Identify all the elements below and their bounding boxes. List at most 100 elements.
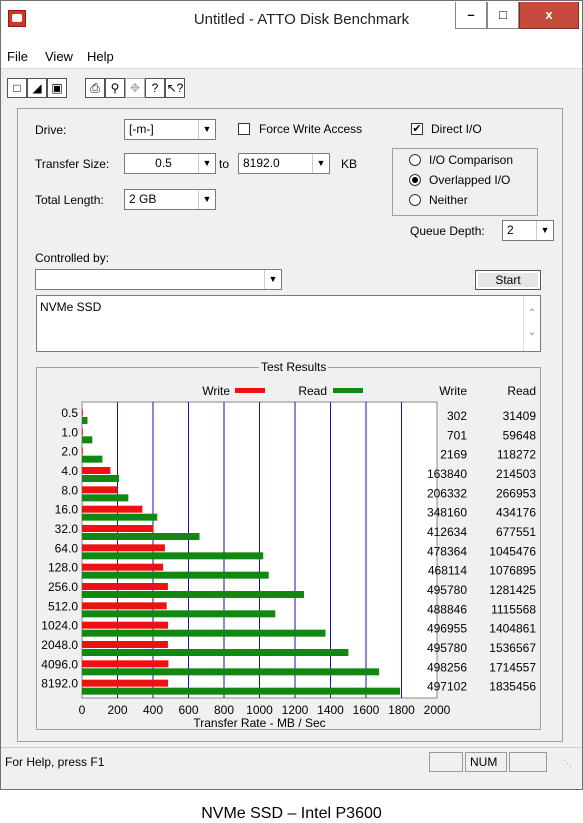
queue-depth-select[interactable]: 2 ▼ [502, 220, 554, 241]
context-help-icon[interactable]: ↖? [165, 78, 185, 98]
x-tick-label: 1200 [282, 703, 309, 717]
x-tick-label: 800 [214, 703, 234, 717]
y-tick-label: 8192.0 [41, 677, 78, 691]
chevron-down-icon[interactable]: ▼ [198, 190, 215, 209]
menu-bar: File View Help [1, 38, 582, 69]
force-write-label: Force Write Access [259, 122, 363, 136]
legend-read-swatch [333, 388, 363, 393]
figure-caption: NVMe SSD – Intel P3600 [201, 805, 382, 822]
menu-view[interactable]: View [45, 49, 73, 64]
drive-select[interactable]: [-m-] ▼ [124, 119, 216, 140]
transfer-from-select[interactable]: 0.5 ▼ [124, 153, 216, 174]
read-bar [82, 455, 103, 463]
read-value: 1404861 [489, 622, 536, 636]
y-tick-label: 512.0 [48, 599, 78, 613]
write-bar [82, 544, 165, 552]
y-tick-label: 8.0 [61, 483, 78, 497]
start-button[interactable]: Start [475, 270, 541, 290]
read-bar [82, 649, 349, 656]
y-tick-label: 256.0 [48, 580, 78, 594]
read-bar [82, 591, 305, 598]
menu-file[interactable]: File [7, 49, 28, 64]
new-icon[interactable]: □ [7, 78, 27, 98]
save-icon[interactable]: ▣ [47, 78, 67, 98]
direct-io-checkbox[interactable]: ✔ [411, 123, 423, 135]
minimize-button[interactable]: – [455, 2, 487, 29]
write-value: 468114 [428, 564, 467, 578]
legend-read-label: Read [298, 384, 327, 398]
chevron-down-icon[interactable]: ▼ [198, 154, 215, 173]
write-value: 2169 [440, 448, 467, 462]
write-bar [82, 602, 167, 610]
legend-write-swatch [235, 388, 265, 393]
y-tick-label: 0.5 [61, 406, 78, 420]
overlapped-io-radio[interactable] [409, 174, 421, 186]
chevron-down-icon[interactable]: ▼ [264, 270, 281, 289]
close-button[interactable]: x [519, 2, 579, 29]
x-tick-label: 200 [107, 703, 127, 717]
read-bar [82, 687, 401, 695]
read-bar [82, 571, 269, 579]
controlled-by-label: Controlled by: [35, 251, 110, 265]
description-scrollbar[interactable]: ⌃ ⌄ [523, 296, 540, 351]
read-bar [82, 668, 380, 676]
print-icon[interactable]: ⎙ [85, 78, 105, 98]
read-column-header: Read [507, 384, 536, 398]
write-bar [82, 660, 169, 668]
y-tick-label: 1024.0 [41, 619, 78, 633]
write-value: 497102 [427, 680, 467, 694]
transfer-from-value: 0.5 [155, 156, 172, 170]
print-preview-icon[interactable]: ⚲ [105, 78, 125, 98]
read-value: 1115568 [491, 602, 536, 616]
x-tick-label: 600 [178, 703, 198, 717]
write-column-header: Write [439, 384, 467, 398]
write-bar [82, 409, 83, 416]
y-tick-label: 4.0 [61, 464, 78, 478]
status-help-text: For Help, press F1 [5, 755, 105, 769]
write-bar [82, 467, 111, 474]
read-bar [82, 533, 200, 540]
open-icon[interactable]: ◢ [27, 78, 47, 98]
chevron-down-icon[interactable]: ▼ [312, 154, 329, 173]
resize-grip-icon[interactable]: ⋱ [563, 758, 572, 769]
transfer-size-label: Transfer Size: [35, 157, 110, 171]
status-indicator-scrl [509, 752, 547, 772]
neither-radio[interactable] [409, 194, 421, 206]
write-bar [82, 447, 83, 455]
description-field[interactable]: NVMe SSD ⌃ ⌄ [36, 295, 541, 352]
y-tick-label: 64.0 [55, 541, 79, 555]
transfer-to-value: 8192.0 [243, 156, 280, 170]
maximize-button[interactable]: □ [487, 2, 519, 29]
chevron-down-icon[interactable]: ▼ [536, 221, 553, 240]
chevron-down-icon[interactable]: ▼ [198, 120, 215, 139]
read-value: 118272 [497, 448, 536, 462]
read-value: 1281425 [489, 583, 536, 597]
description-text: NVMe SSD [40, 300, 102, 314]
queue-depth-value: 2 [507, 223, 514, 237]
transfer-to-select[interactable]: 8192.0 ▼ [238, 153, 330, 174]
total-length-select[interactable]: 2 GB ▼ [124, 189, 216, 210]
status-bar: For Help, press F1 NUM ⋱ [1, 747, 582, 773]
write-bar [82, 679, 169, 687]
x-tick-label: 2000 [424, 703, 451, 717]
read-value: 1835456 [489, 680, 536, 694]
controlled-by-select[interactable]: ▼ [35, 269, 282, 290]
legend-write-label: Write [202, 384, 230, 398]
help-icon[interactable]: ? [145, 78, 165, 98]
to-label: to [219, 157, 230, 171]
write-value: 478364 [427, 544, 467, 558]
x-tick-label: 0 [79, 703, 86, 717]
io-comparison-radio[interactable] [409, 154, 421, 166]
write-bar [82, 621, 169, 629]
write-value: 498256 [427, 660, 467, 674]
move-icon[interactable]: ✥ [125, 78, 145, 98]
force-write-checkbox[interactable] [238, 123, 250, 135]
drive-label: Drive: [35, 123, 67, 137]
read-bar [82, 513, 158, 521]
write-value: 412634 [427, 525, 467, 539]
menu-help[interactable]: Help [87, 49, 114, 64]
x-tick-label: 400 [143, 703, 163, 717]
x-tick-label: 1400 [317, 703, 344, 717]
read-value: 1076895 [489, 564, 536, 578]
title-bar[interactable]: Untitled - ATTO Disk Benchmark – □ x [1, 1, 582, 38]
